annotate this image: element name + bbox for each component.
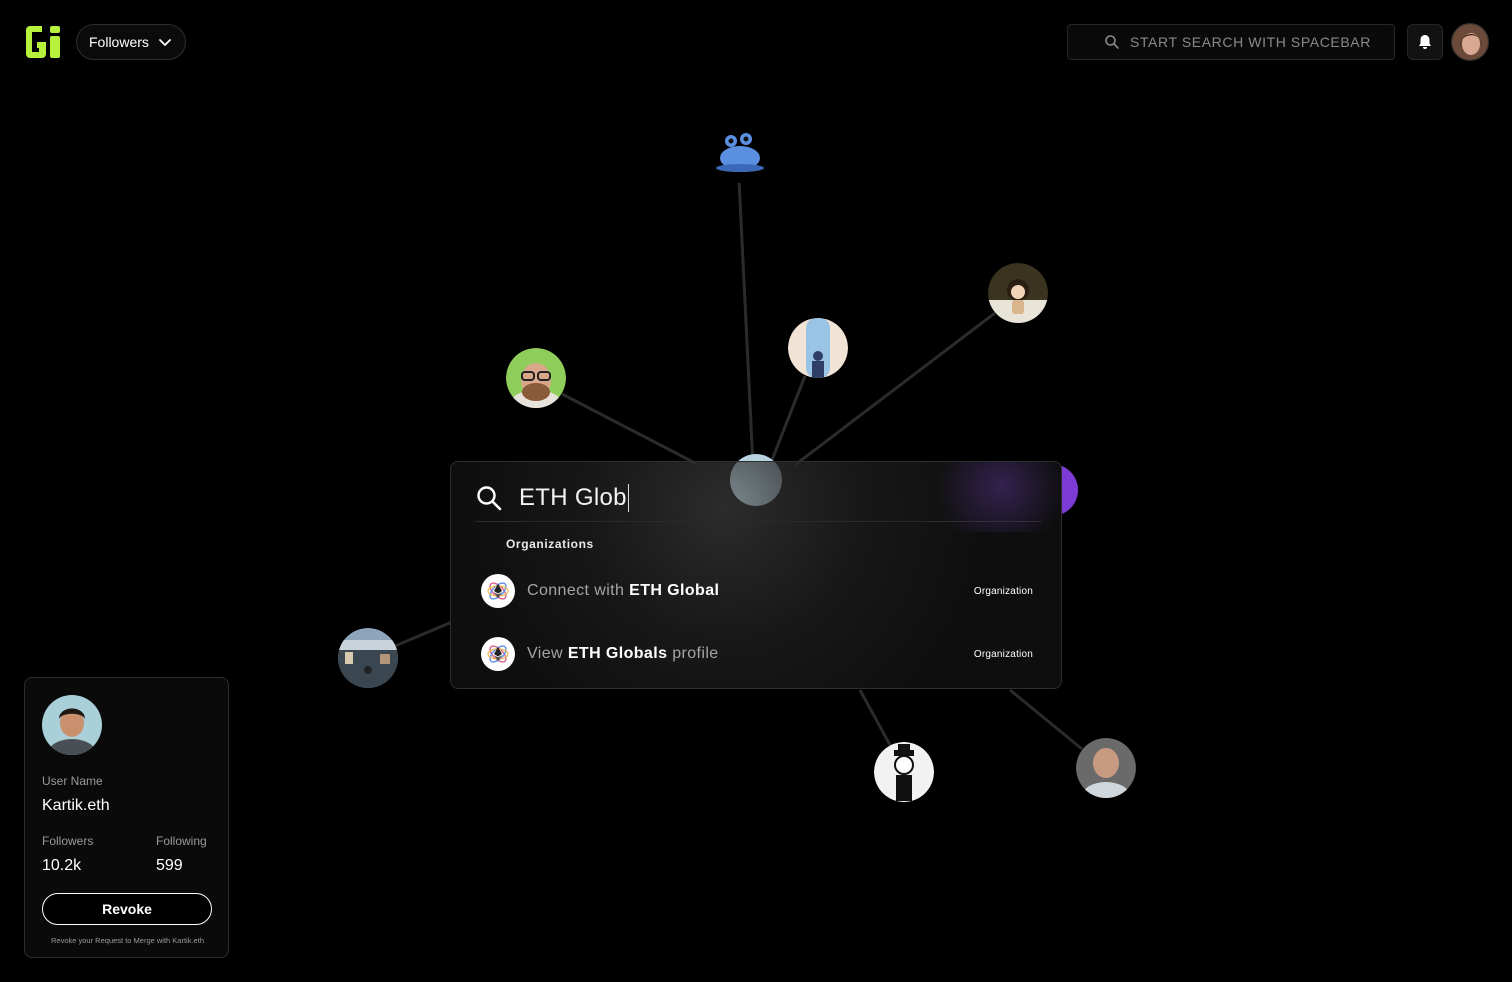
result-text: View ETH Globals profile [527,645,719,662]
result-type-badge: Organization [973,585,1033,597]
palette-search-field[interactable]: ETH Glob [475,474,1041,522]
search-icon [1105,35,1119,49]
profile-avatar [42,695,102,755]
user-avatar[interactable] [1451,23,1489,61]
result-text: Connect with ETH Global [527,582,720,599]
palette-search-input[interactable]: ETH Glob [519,483,629,512]
filter-label: Followers [89,34,149,50]
followers-label: Followers [42,834,94,848]
revoke-note: Revoke your Request to Merge with Kartik… [51,936,204,945]
node-girl[interactable] [988,263,1048,330]
eth-global-logo-icon [481,574,515,608]
command-palette: ETH Glob Organizations Connect with ETH … [450,461,1062,689]
result-connect-eth-global[interactable]: Connect with ETH Global Organization [481,571,1033,611]
node-bearded-man[interactable] [506,348,566,418]
node-frog[interactable] [709,123,769,183]
eth-global-logo-icon [481,637,515,671]
profile-card: User Name Kartik.eth Followers 10.2k Fol… [24,677,229,958]
node-city[interactable] [338,628,398,690]
following-label: Following [156,834,207,848]
result-type-badge: Organization [973,648,1033,660]
node-ape-character[interactable] [874,742,934,802]
username-value: Kartik.eth [42,797,110,814]
notifications-button[interactable] [1407,24,1443,60]
revoke-button[interactable]: Revoke [42,893,212,925]
username-label: User Name [42,774,103,788]
global-search-bar[interactable]: START SEARCH WITH SPACEBAR [1067,24,1395,60]
bell-icon [1419,35,1431,49]
node-surfer[interactable] [788,318,848,379]
filter-dropdown[interactable]: Followers [76,24,186,60]
text-caret [627,483,629,512]
result-view-eth-globals-profile[interactable]: View ETH Globals profile Organization [481,634,1033,674]
section-label-organizations: Organizations [506,537,594,551]
followers-count: 10.2k [42,857,82,874]
node-man[interactable] [1076,738,1136,810]
chevron-down-icon [159,39,171,46]
search-icon [477,485,502,510]
following-count: 599 [156,857,183,874]
search-placeholder: START SEARCH WITH SPACEBAR [1130,34,1371,50]
search-query: ETH Glob [519,483,627,511]
avatar-image [42,695,102,755]
app-logo[interactable] [24,24,62,60]
